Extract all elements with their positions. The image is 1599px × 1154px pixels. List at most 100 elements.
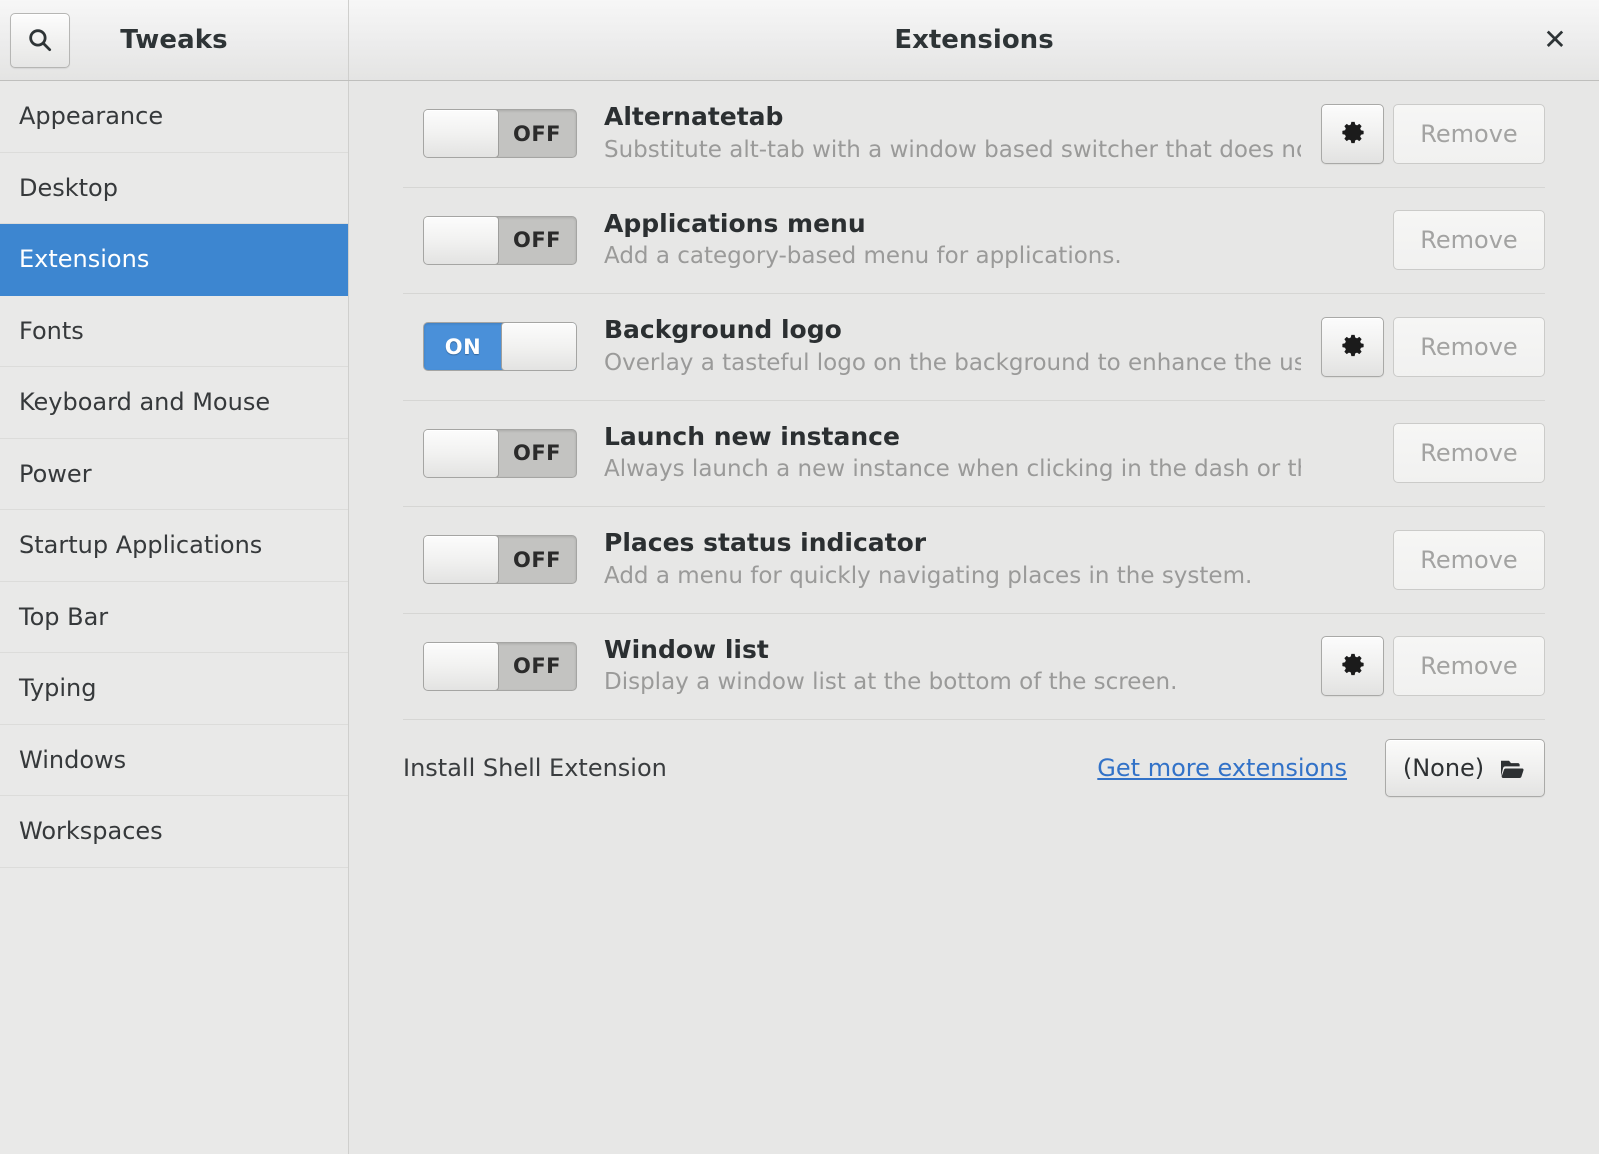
extension-name: Window list — [604, 634, 769, 664]
sidebar-item-typing[interactable]: Typing — [0, 653, 348, 725]
extension-name: Places status indicator — [604, 528, 927, 558]
extension-description: Always launch a new instance when clicki… — [604, 456, 1301, 483]
extension-description: Add a category-based menu for applicatio… — [604, 243, 1122, 270]
sidebar-item-fonts[interactable]: Fonts — [0, 296, 348, 367]
toggle-knob — [424, 536, 499, 584]
file-open-icon — [1497, 753, 1527, 783]
sidebar-item-label: Top Bar — [19, 602, 109, 631]
extension-toggle[interactable]: OFF — [423, 428, 577, 478]
extension-description: Substitute alt-tab with a window based s… — [604, 136, 1301, 163]
main-content: OFF Alternatetab Substitute alt-tab with a… — [349, 81, 1599, 1154]
extension-name: Applications menu — [604, 208, 866, 238]
sidebar-list: Appearance Desktop Extensions Fonts Keyboard… — [0, 81, 348, 868]
extension-settings-button[interactable] — [1321, 636, 1384, 697]
extension-description: Display a window list at the bottom of t… — [604, 669, 1178, 696]
extension-row: OFF Alternatetab Substitute alt-tab with a… — [403, 81, 1545, 188]
titlebar-right-section: Extensions ✕ — [349, 0, 1599, 80]
get-more-extensions-link[interactable]: Get more extensions — [1097, 754, 1347, 782]
sidebar: Appearance Desktop Extensions Fonts Keyboard… — [0, 81, 349, 1154]
toggle-state-label: OFF — [512, 654, 562, 679]
sidebar-item-label: Appearance — [19, 102, 164, 131]
toggle-knob — [424, 429, 499, 477]
sidebar-item-extensions[interactable]: Extensions — [0, 224, 348, 296]
extension-info: Alternatetab Substitute alt-tab with a wi… — [604, 102, 1321, 165]
extension-actions: Remove — [1321, 316, 1545, 377]
extension-info: Places status indicator Add a menu for qu… — [604, 528, 1321, 591]
extension-description: Overlay a tasteful logo on the backgroun… — [604, 349, 1301, 376]
titlebar: Tweaks Extensions ✕ — [0, 0, 1599, 81]
sidebar-item-label: Windows — [19, 745, 127, 774]
extension-info: Applications menu Add a category-based me… — [604, 209, 1321, 272]
extension-settings-button[interactable] — [1321, 103, 1384, 164]
toggle-knob — [424, 110, 499, 158]
extension-actions: Remove — [1321, 529, 1545, 590]
window-body: Appearance Desktop Extensions Fonts Keyboard… — [0, 81, 1599, 1154]
extension-row: OFF Applications menu Add a category-based… — [403, 188, 1545, 294]
remove-extension-button[interactable]: Remove — [1393, 210, 1545, 271]
toggle-state-label: OFF — [512, 228, 562, 253]
extensions-list: OFF Alternatetab Substitute alt-tab with a… — [403, 81, 1545, 720]
extension-toggle[interactable]: OFF — [423, 109, 577, 159]
toggle-knob — [424, 216, 499, 264]
gear-icon — [1339, 120, 1367, 148]
sidebar-item-label: Desktop — [19, 173, 118, 202]
extension-actions: Remove — [1321, 210, 1545, 271]
sidebar-item-power[interactable]: Power — [0, 439, 348, 510]
sidebar-item-appearance[interactable]: Appearance — [0, 81, 348, 153]
remove-extension-button[interactable]: Remove — [1393, 636, 1545, 697]
toggle-knob — [424, 642, 499, 690]
remove-extension-button[interactable]: Remove — [1393, 103, 1545, 164]
extension-row: ON Background logo Overlay a tasteful logo… — [403, 294, 1545, 401]
tweaks-window: Tweaks Extensions ✕ Appearance Desktop Ext… — [0, 0, 1599, 1154]
remove-extension-button[interactable]: Remove — [1393, 316, 1545, 377]
sidebar-item-top-bar[interactable]: Top Bar — [0, 582, 348, 653]
file-chooser-label: (None) — [1402, 754, 1485, 782]
extension-description: Add a menu for quickly navigating places… — [604, 562, 1253, 589]
sidebar-item-label: Extensions — [19, 245, 150, 274]
close-button[interactable]: ✕ — [1537, 22, 1573, 58]
extension-toggle[interactable]: OFF — [423, 215, 577, 265]
extension-info: Window list Display a window list at the … — [604, 635, 1321, 698]
sidebar-item-workspaces[interactable]: Workspaces — [0, 796, 348, 868]
remove-extension-button[interactable]: Remove — [1393, 529, 1545, 590]
extension-toggle[interactable]: OFF — [423, 535, 577, 585]
install-file-chooser-button[interactable]: (None) — [1385, 739, 1545, 797]
extension-actions: Remove — [1321, 636, 1545, 697]
sidebar-item-desktop[interactable]: Desktop — [0, 153, 348, 224]
sidebar-item-label: Fonts — [19, 316, 84, 345]
search-icon — [26, 26, 54, 54]
extension-settings-button[interactable] — [1321, 316, 1384, 377]
extension-actions: Remove — [1321, 423, 1545, 484]
toggle-state-label: OFF — [512, 121, 562, 146]
extension-info: Launch new instance Always launch a new i… — [604, 422, 1321, 485]
extension-info: Background logo Overlay a tasteful logo o… — [604, 315, 1321, 378]
extension-name: Background logo — [604, 315, 842, 345]
extension-row: OFF Launch new instance Always launch a ne… — [403, 401, 1545, 507]
extension-toggle[interactable]: OFF — [423, 641, 577, 691]
sidebar-item-keyboard-and-mouse[interactable]: Keyboard and Mouse — [0, 367, 348, 439]
sidebar-item-label: Startup Applications — [19, 531, 263, 560]
remove-extension-button[interactable]: Remove — [1393, 423, 1545, 484]
toggle-state-label: ON — [444, 334, 482, 359]
gear-icon — [1339, 652, 1367, 680]
toggle-knob — [501, 323, 576, 371]
sidebar-item-startup-applications[interactable]: Startup Applications — [0, 510, 348, 582]
extension-name: Launch new instance — [604, 421, 900, 451]
install-shell-extension-label: Install Shell Extension — [403, 754, 667, 782]
extension-name: Alternatetab — [604, 102, 784, 132]
toggle-state-label: OFF — [512, 547, 562, 572]
toggle-state-label: OFF — [512, 441, 562, 466]
install-shell-extension-bar: Install Shell Extension Get more extensi… — [403, 720, 1545, 816]
search-button[interactable] — [10, 12, 70, 68]
extension-row: OFF Window list Display a window list at t… — [403, 614, 1545, 720]
sidebar-item-label: Typing — [19, 674, 97, 703]
titlebar-left-section: Tweaks — [0, 0, 349, 80]
sidebar-item-windows[interactable]: Windows — [0, 725, 348, 796]
extension-actions: Remove — [1321, 103, 1545, 164]
sidebar-item-label: Workspaces — [19, 817, 163, 846]
sidebar-item-label: Power — [19, 459, 92, 488]
page-title: Extensions — [894, 25, 1054, 55]
extension-toggle[interactable]: ON — [423, 322, 577, 372]
sidebar-item-label: Keyboard and Mouse — [19, 388, 271, 417]
gear-icon — [1339, 333, 1367, 361]
